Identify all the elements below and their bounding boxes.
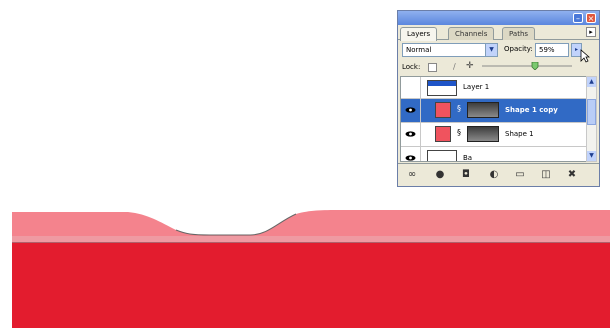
mask-icon[interactable]: ◘ xyxy=(460,169,472,181)
visibility-toggle[interactable] xyxy=(401,99,421,122)
layer-name: Ba xyxy=(463,154,473,162)
layer-name: Layer 1 xyxy=(463,83,490,91)
scrollbar-thumb[interactable] xyxy=(587,99,596,125)
shape-1-copy xyxy=(12,210,610,240)
panel-bottom-bar: ∞ ● ◘ ◐ ▭ ◫ ✖ xyxy=(398,163,599,186)
trash-icon[interactable]: ✖ xyxy=(566,169,578,181)
link-chain-icon: § xyxy=(457,104,461,113)
tab-layers[interactable]: Layers xyxy=(400,27,438,41)
lock-transparency-checkbox[interactable] xyxy=(428,63,437,72)
slider-thumb-icon xyxy=(531,62,539,70)
layer-row[interactable]: Ba xyxy=(401,147,587,162)
link-chain-icon: § xyxy=(457,128,461,137)
layer-row-selected[interactable]: § Shape 1 copy xyxy=(401,99,587,123)
layer-color-swatch[interactable] xyxy=(435,126,451,142)
blend-mode-select[interactable]: Normal ▼ xyxy=(402,43,498,57)
lock-brush-icon[interactable]: ∕ xyxy=(453,62,456,71)
eye-icon xyxy=(405,107,416,113)
visibility-toggle[interactable] xyxy=(401,147,421,161)
layer-style-icon[interactable]: ● xyxy=(434,169,446,181)
chevron-down-icon[interactable]: ▼ xyxy=(485,44,497,56)
opacity-input[interactable]: 59% xyxy=(535,43,569,57)
layer-row[interactable]: Layer 1 xyxy=(401,77,587,100)
panel-menu-icon[interactable]: ▸ xyxy=(586,27,596,37)
shape-1 xyxy=(12,243,610,328)
scroll-down-icon[interactable]: ▼ xyxy=(587,151,596,161)
vector-mask-thumbnail[interactable] xyxy=(467,102,499,118)
group-icon[interactable]: ▭ xyxy=(514,169,526,181)
blend-opacity-row: Normal ▼ Opacity: 59% ▸ xyxy=(398,40,599,63)
layers-panel: – × Layers Channels Paths ▸ Normal ▼ Opa… xyxy=(397,10,600,187)
panel-tabs: Layers Channels Paths ▸ xyxy=(398,25,599,41)
visibility-toggle[interactable] xyxy=(401,123,421,146)
layer-color-swatch[interactable] xyxy=(435,102,451,118)
lock-label: Lock: xyxy=(402,63,421,71)
close-icon[interactable]: × xyxy=(586,13,596,23)
eye-icon xyxy=(405,131,416,137)
layer-thumbnail xyxy=(427,150,457,161)
layer-row[interactable]: § Shape 1 xyxy=(401,123,587,147)
layer-thumbnail xyxy=(427,80,457,96)
link-icon[interactable]: ∞ xyxy=(406,169,418,181)
tab-channels[interactable]: Channels xyxy=(448,27,495,40)
opacity-slider[interactable] xyxy=(482,62,572,70)
shape-band xyxy=(12,236,610,242)
lock-move-icon[interactable]: ✛ xyxy=(466,61,474,71)
vector-mask-thumbnail[interactable] xyxy=(467,126,499,142)
visibility-toggle[interactable] xyxy=(401,77,421,100)
panel-titlebar[interactable]: – × xyxy=(398,11,599,25)
layers-scrollbar[interactable]: ▲ ▼ xyxy=(586,76,597,162)
blend-mode-value: Normal xyxy=(406,46,432,54)
layer-name: Shape 1 xyxy=(505,130,534,138)
layer-name: Shape 1 copy xyxy=(505,106,558,114)
layers-list: Layer 1 § Shape 1 copy § Shape 1 Ba xyxy=(400,76,588,162)
minimize-icon[interactable]: – xyxy=(573,13,583,23)
scroll-up-icon[interactable]: ▲ xyxy=(587,77,596,87)
eye-icon xyxy=(405,155,416,161)
new-layer-icon[interactable]: ◫ xyxy=(540,169,552,181)
tab-paths[interactable]: Paths xyxy=(502,27,536,40)
lock-row: Lock: ∕ ✛ xyxy=(398,60,599,76)
adjustment-icon[interactable]: ◐ xyxy=(488,169,500,181)
opacity-label: Opacity: xyxy=(504,45,533,53)
